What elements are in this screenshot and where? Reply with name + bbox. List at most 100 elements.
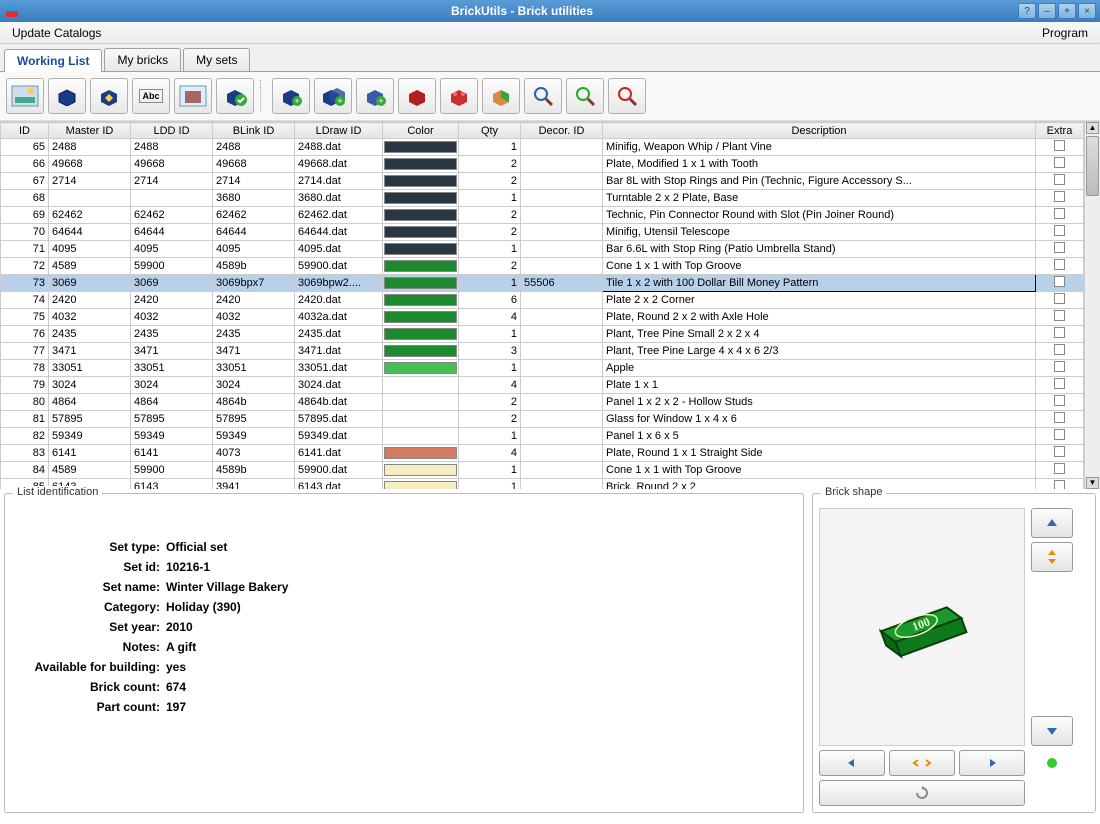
extra-checkbox[interactable] <box>1054 412 1065 423</box>
col-ldd-id[interactable]: LDD ID <box>131 123 213 139</box>
field-value: 674 <box>166 680 186 694</box>
extra-checkbox[interactable] <box>1054 140 1065 151</box>
table-row[interactable]: 836141614140736141.dat4Plate, Round 1 x … <box>1 445 1084 462</box>
tb-brick-diamond[interactable] <box>90 78 128 114</box>
window-minimize-button[interactable]: – <box>1038 3 1056 19</box>
table-row[interactable]: 7064644646446464464644.dat2Minifig, Uten… <box>1 224 1084 241</box>
svg-text:+: + <box>294 96 299 106</box>
col-id[interactable]: ID <box>1 123 49 139</box>
table-row[interactable]: 73306930693069bpx73069bpw2....155506Tile… <box>1 275 1084 292</box>
shape-refresh[interactable] <box>819 780 1025 806</box>
tb-brick-check[interactable] <box>216 78 254 114</box>
field-value: A gift <box>166 640 196 654</box>
tab-my-sets[interactable]: My sets <box>183 48 250 71</box>
shape-nav-up[interactable] <box>1031 508 1073 538</box>
table-row[interactable]: 8259349593495934959349.dat1Panel 1 x 6 x… <box>1 428 1084 445</box>
extra-checkbox[interactable] <box>1054 225 1065 236</box>
table-row[interactable]: 773471347134713471.dat3Plant, Tree Pine … <box>1 343 1084 360</box>
extra-checkbox[interactable] <box>1054 378 1065 389</box>
tb-zoom-blue[interactable] <box>524 78 562 114</box>
toolbar-separator <box>260 80 266 112</box>
extra-checkbox[interactable] <box>1054 174 1065 185</box>
tb-brick-plus2[interactable]: + <box>314 78 352 114</box>
table-row[interactable]: 856143614339416143.dat1Brick, Round 2 x … <box>1 479 1084 490</box>
tb-brick-plus3[interactable]: + <box>356 78 394 114</box>
tb-brick-red2[interactable] <box>440 78 478 114</box>
table-row[interactable]: 80486448644864b4864b.dat2Panel 1 x 2 x 2… <box>1 394 1084 411</box>
extra-checkbox[interactable] <box>1054 310 1065 321</box>
menu-program[interactable]: Program <box>1036 26 1094 40</box>
shape-nav-right[interactable] <box>959 750 1025 776</box>
table-row[interactable]: 754032403240324032a.dat4Plate, Round 2 x… <box>1 309 1084 326</box>
col-description[interactable]: Description <box>603 123 1036 139</box>
extra-checkbox[interactable] <box>1054 293 1065 304</box>
shape-nav-left[interactable] <box>819 750 885 776</box>
tb-set-image[interactable] <box>6 78 44 114</box>
tab-my-bricks[interactable]: My bricks <box>104 48 181 71</box>
tb-set-image2[interactable] <box>174 78 212 114</box>
tb-brick-plus1[interactable]: + <box>272 78 310 114</box>
brick-table[interactable]: IDMaster IDLDD IDBLink IDLDraw IDColorQt… <box>0 122 1084 489</box>
extra-checkbox[interactable] <box>1054 242 1065 253</box>
app-icon <box>4 3 20 19</box>
tb-abc[interactable]: Abc <box>132 78 170 114</box>
menu-update-catalogs[interactable]: Update Catalogs <box>6 26 107 40</box>
tb-zoom-green[interactable] <box>566 78 604 114</box>
extra-checkbox[interactable] <box>1054 480 1065 489</box>
table-row[interactable]: 844589599004589b59900.dat1Cone 1 x 1 wit… <box>1 462 1084 479</box>
extra-checkbox[interactable] <box>1054 208 1065 219</box>
table-row[interactable]: 724589599004589b59900.dat2Cone 1 x 1 wit… <box>1 258 1084 275</box>
extra-checkbox[interactable] <box>1054 191 1065 202</box>
tab-working-list[interactable]: Working List <box>4 49 102 72</box>
table-row[interactable]: 6836803680.dat1Turntable 2 x 2 Plate, Ba… <box>1 190 1084 207</box>
extra-checkbox[interactable] <box>1054 463 1065 474</box>
col-blink-id[interactable]: BLink ID <box>213 123 295 139</box>
tb-brick-red1[interactable] <box>398 78 436 114</box>
extra-checkbox[interactable] <box>1054 395 1065 406</box>
col-ldraw-id[interactable]: LDraw ID <box>295 123 383 139</box>
table-row[interactable]: 762435243524352435.dat1Plant, Tree Pine … <box>1 326 1084 343</box>
tb-brick-blue[interactable] <box>48 78 86 114</box>
table-row[interactable]: 793024302430243024.dat4Plate 1 x 1 <box>1 377 1084 394</box>
svg-text:+: + <box>337 96 342 106</box>
field-label: Brick count: <box>21 680 166 694</box>
tb-zoom-red[interactable] <box>608 78 646 114</box>
field-value: yes <box>166 660 186 674</box>
col-color[interactable]: Color <box>383 123 459 139</box>
window-help-button[interactable]: ? <box>1018 3 1036 19</box>
table-scrollbar[interactable]: ▲ ▼ <box>1084 122 1100 489</box>
table-row[interactable]: 652488248824882488.dat1Minifig, Weapon W… <box>1 139 1084 156</box>
extra-checkbox[interactable] <box>1054 276 1065 287</box>
tabs: Working ListMy bricksMy sets <box>0 44 1100 72</box>
extra-checkbox[interactable] <box>1054 361 1065 372</box>
table-row[interactable]: 714095409540954095.dat1Bar 6.6L with Sto… <box>1 241 1084 258</box>
table-row[interactable]: 6649668496684966849668.dat2Plate, Modifi… <box>1 156 1084 173</box>
col-extra[interactable]: Extra <box>1036 123 1084 139</box>
field-value: Holiday (390) <box>166 600 241 614</box>
col-decor-id[interactable]: Decor. ID <box>521 123 603 139</box>
table-row[interactable]: 6962462624626246262462.dat2Technic, Pin … <box>1 207 1084 224</box>
shape-nav-swap[interactable] <box>889 750 955 776</box>
table-row[interactable]: 672714271427142714.dat2Bar 8L with Stop … <box>1 173 1084 190</box>
table-row[interactable]: 8157895578955789557895.dat2Glass for Win… <box>1 411 1084 428</box>
window-close-button[interactable]: × <box>1078 3 1096 19</box>
table-row[interactable]: 742420242024202420.dat6Plate 2 x 2 Corne… <box>1 292 1084 309</box>
brick-shape-title: Brick shape <box>821 486 886 498</box>
toolbar: Abc + + + <box>0 72 1100 121</box>
col-qty[interactable]: Qty <box>459 123 521 139</box>
extra-checkbox[interactable] <box>1054 446 1065 457</box>
shape-nav-down[interactable] <box>1031 716 1073 746</box>
col-master-id[interactable]: Master ID <box>49 123 131 139</box>
extra-checkbox[interactable] <box>1054 259 1065 270</box>
extra-checkbox[interactable] <box>1054 327 1065 338</box>
field-label: Notes: <box>21 640 166 654</box>
shape-nav-updown[interactable] <box>1031 542 1073 572</box>
field-value: Winter Village Bakery <box>166 580 288 594</box>
tb-brick-multi[interactable] <box>482 78 520 114</box>
window-maximize-button[interactable]: + <box>1058 3 1076 19</box>
extra-checkbox[interactable] <box>1054 157 1065 168</box>
field-value: Official set <box>166 540 227 554</box>
extra-checkbox[interactable] <box>1054 429 1065 440</box>
table-row[interactable]: 7833051330513305133051.dat1Apple <box>1 360 1084 377</box>
extra-checkbox[interactable] <box>1054 344 1065 355</box>
